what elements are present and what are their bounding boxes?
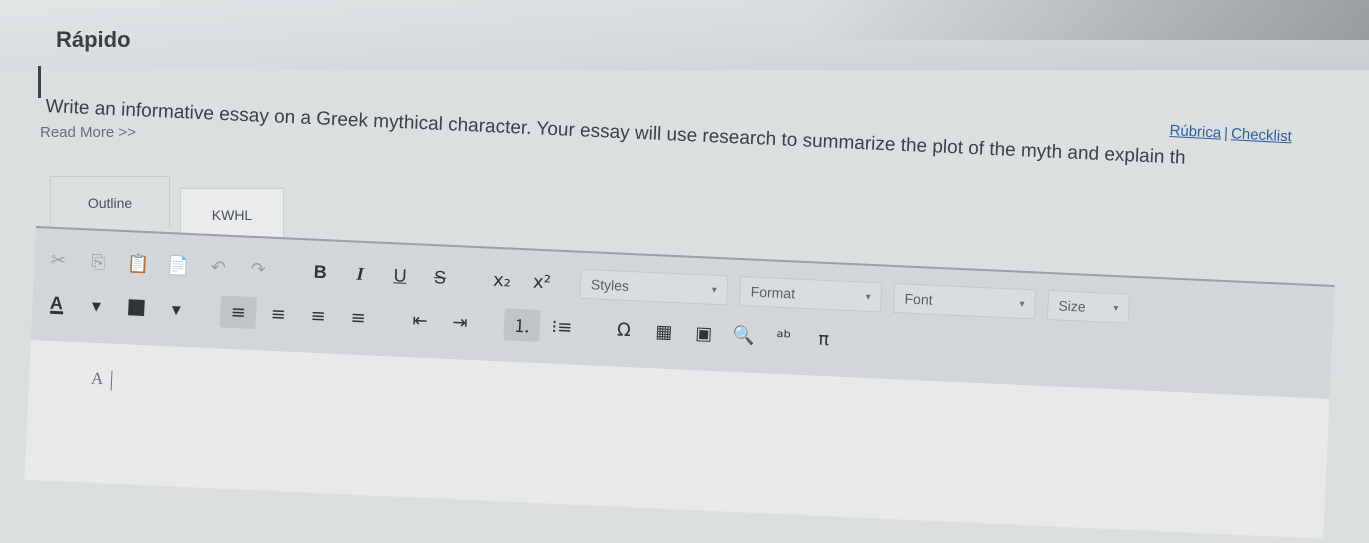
color-group: A ▾ ▾ xyxy=(32,284,206,330)
underline-button[interactable]: U xyxy=(381,259,418,293)
subscript-button[interactable]: x₂ xyxy=(483,263,520,297)
text-cursor-icon xyxy=(38,66,41,98)
bulleted-list-icon[interactable]: ⁝≡ xyxy=(543,310,580,344)
font-color-icon: A xyxy=(49,292,64,314)
align-right-icon[interactable]: ≡ xyxy=(300,299,337,333)
background-color-caret[interactable]: ▾ xyxy=(158,293,195,327)
list-group: ⒈ ⁝≡ xyxy=(497,305,591,347)
outdent-icon[interactable]: ⇤ xyxy=(401,304,438,338)
alignment-group: ≡ ≡ ≡ ≡ xyxy=(213,292,387,338)
font-label: Font xyxy=(904,290,933,308)
redo-icon[interactable]: ↷ xyxy=(240,252,277,286)
text-caret-icon xyxy=(110,370,113,391)
image-icon[interactable]: ▣ xyxy=(685,317,722,351)
math-pi-icon[interactable]: π xyxy=(805,322,842,356)
header-shadow xyxy=(809,0,1369,40)
format-dropdown[interactable]: Format ▾ xyxy=(739,276,883,313)
font-dropdown[interactable]: Font ▾ xyxy=(892,282,1037,320)
chevron-down-icon: ▾ xyxy=(1019,298,1025,310)
italic-button[interactable]: I xyxy=(341,257,378,291)
size-label: Size xyxy=(1058,297,1087,315)
spellcheck-icon[interactable]: ᵃᵇ xyxy=(765,320,802,354)
insert-group: Ω ▦ ▣ 🔍 ᵃᵇ π xyxy=(599,310,852,359)
special-character-icon[interactable]: Ω xyxy=(605,313,642,347)
format-label: Format xyxy=(750,283,796,302)
checklist-link[interactable]: Checklist xyxy=(1231,125,1293,145)
undo-icon[interactable]: ↶ xyxy=(200,251,237,285)
tab-outline[interactable]: Outline xyxy=(50,176,170,228)
search-icon[interactable]: 🔍 xyxy=(725,318,762,352)
tab-outline-label: Outline xyxy=(87,194,133,211)
assignment-prompt: Write an informative essay on a Greek my… xyxy=(45,96,1187,169)
indent-icon[interactable]: ⇥ xyxy=(441,306,478,340)
chevron-down-icon: ▾ xyxy=(1113,302,1119,314)
paste-from-word-icon[interactable]: 📄 xyxy=(160,249,197,283)
strikethrough-button[interactable]: S xyxy=(421,261,458,295)
font-color-caret[interactable]: ▾ xyxy=(78,289,115,323)
chevron-down-icon: ▾ xyxy=(711,284,718,296)
size-dropdown[interactable]: Size ▾ xyxy=(1046,289,1131,324)
numbered-list-icon[interactable]: ⒈ xyxy=(503,308,541,342)
read-more-link[interactable]: Read More >> xyxy=(40,124,136,141)
background-color-button[interactable] xyxy=(118,291,155,325)
align-center-icon[interactable]: ≡ xyxy=(260,297,297,331)
page-title: Rápido xyxy=(56,27,131,52)
paste-icon[interactable]: 📋 xyxy=(120,247,157,281)
styles-label: Styles xyxy=(590,276,630,294)
font-color-button[interactable]: A xyxy=(38,287,75,321)
rubric-links: Rúbrica | Checklist xyxy=(1169,122,1292,145)
basic-style-group: B I U S xyxy=(295,252,469,298)
clipboard-group: ✂ ⎘ 📋 📄 ↶ ↷ xyxy=(34,240,287,289)
indent-group: ⇤ ⇥ xyxy=(395,300,489,342)
tab-kwhl[interactable]: KWHL xyxy=(180,188,284,240)
styles-dropdown[interactable]: Styles ▾ xyxy=(579,268,729,306)
rubric-link[interactable]: Rúbrica xyxy=(1169,122,1222,142)
background-color-icon xyxy=(128,299,145,316)
bold-button[interactable]: B xyxy=(302,255,339,289)
chevron-down-icon: ▾ xyxy=(865,291,871,303)
script-group: x₂ x² xyxy=(477,260,571,302)
superscript-button[interactable]: x² xyxy=(523,265,560,299)
copy-icon[interactable]: ⎘ xyxy=(80,245,117,279)
align-left-icon[interactable]: ≡ xyxy=(219,295,258,330)
typed-text-value: A xyxy=(90,368,104,389)
typed-text: A xyxy=(91,369,113,391)
cut-icon[interactable]: ✂ xyxy=(40,243,77,277)
justify-icon[interactable]: ≡ xyxy=(339,301,376,335)
rich-text-editor: ✂ ⎘ 📋 📄 ↶ ↷ B I U S x₂ x² Styles ▾ Forma… xyxy=(24,226,1369,539)
table-icon[interactable]: ▦ xyxy=(645,315,682,349)
tab-kwhl-label: KWHL xyxy=(211,206,253,223)
